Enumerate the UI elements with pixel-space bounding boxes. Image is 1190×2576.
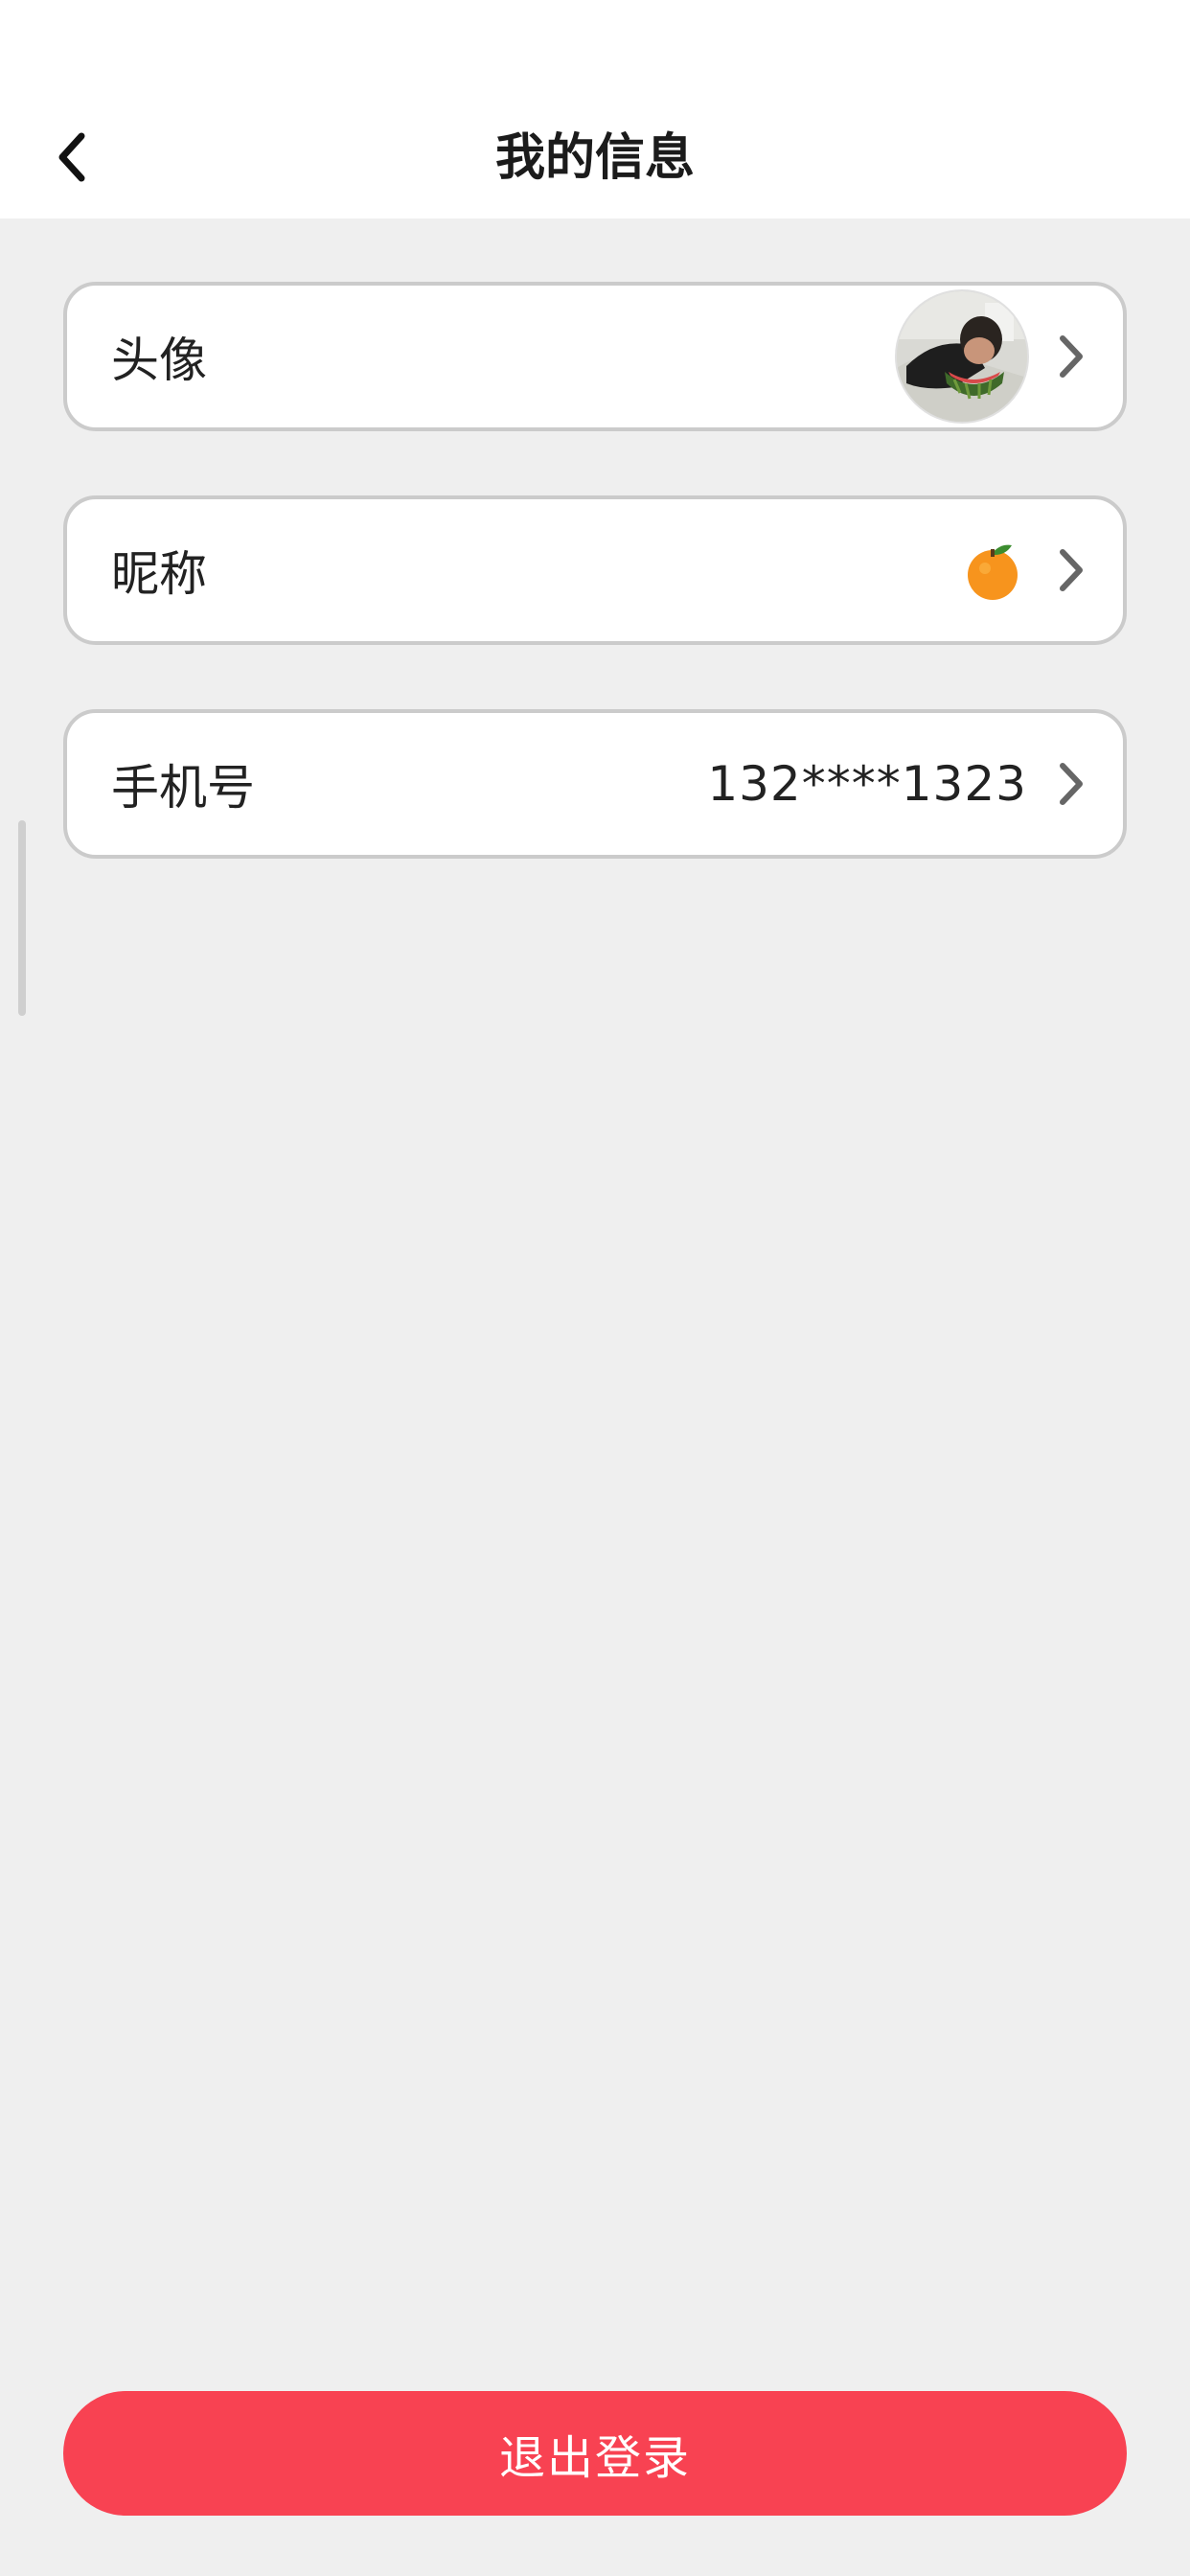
phone-value: 132****1323 <box>707 756 1027 812</box>
avatar-label: 头像 <box>111 333 207 388</box>
nickname-label: 昵称 <box>111 546 207 602</box>
avatar <box>897 291 1027 422</box>
top-bar: 我的信息 <box>0 0 1190 218</box>
logout-button[interactable]: 退出登录 <box>63 2391 1127 2516</box>
phone-label: 手机号 <box>111 760 255 816</box>
phone-row[interactable]: 手机号 132****1323 <box>63 709 1127 859</box>
chevron-right-icon <box>1052 330 1090 383</box>
tangerine-emoji-icon <box>962 540 1023 601</box>
chevron-right-icon <box>1052 543 1090 597</box>
chevron-right-icon <box>1052 757 1090 811</box>
nickname-row[interactable]: 昵称 <box>63 495 1127 645</box>
page-title: 我的信息 <box>494 129 695 187</box>
avatar-row[interactable]: 头像 <box>63 282 1127 431</box>
scroll-indicator <box>18 820 26 1016</box>
